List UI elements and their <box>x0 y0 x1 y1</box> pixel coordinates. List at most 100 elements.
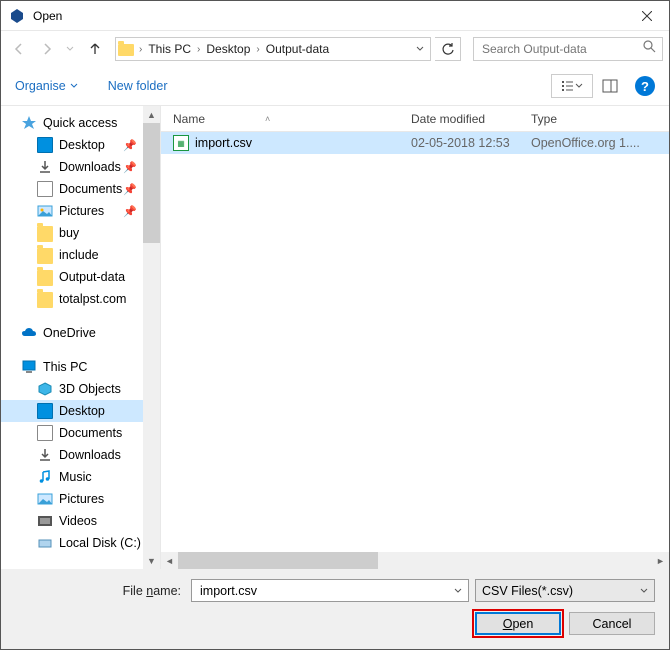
sidebar-scrollbar[interactable]: ▲ ▼ <box>143 106 160 569</box>
organise-menu[interactable]: Organise <box>15 79 78 93</box>
forward-icon <box>39 41 55 57</box>
list-view-icon <box>561 79 575 93</box>
sidebar-item-desktop[interactable]: Desktop📌 <box>1 134 143 156</box>
address-dropdown[interactable] <box>412 40 428 58</box>
document-icon <box>37 425 53 441</box>
back-button[interactable] <box>7 37 31 61</box>
toolbar: Organise New folder ? <box>1 67 669 105</box>
sidebar-item-folder[interactable]: buy <box>1 222 143 244</box>
file-type-filter[interactable]: CSV Files(*.csv) <box>475 579 655 602</box>
downloads-icon <box>37 447 53 463</box>
breadcrumb-item[interactable]: Output-data <box>263 42 332 56</box>
filename-label: File name: <box>15 584 185 598</box>
chevron-down-icon <box>454 587 462 595</box>
chevron-down-icon <box>66 45 74 53</box>
downloads-icon <box>37 159 53 175</box>
chevron-down-icon <box>640 587 648 595</box>
pictures-icon <box>37 203 53 219</box>
pin-icon: 📌 <box>123 183 137 196</box>
sidebar-item-3dobjects[interactable]: 3D Objects <box>1 378 143 400</box>
sidebar-item-documents[interactable]: Documents <box>1 422 143 444</box>
scroll-left-icon[interactable]: ◄ <box>161 552 178 569</box>
up-button[interactable] <box>83 37 107 61</box>
column-name[interactable]: Name˄ <box>161 112 411 126</box>
star-icon <box>21 115 37 131</box>
dialog-title: Open <box>33 9 624 23</box>
column-date[interactable]: Date modified <box>411 112 531 126</box>
address-bar[interactable]: › This PC › Desktop › Output-data <box>115 37 431 61</box>
sidebar-item-pictures[interactable]: Pictures📌 <box>1 200 143 222</box>
app-icon <box>9 8 25 24</box>
forward-button[interactable] <box>35 37 59 61</box>
desktop-icon <box>37 403 53 419</box>
sort-indicator-icon: ˄ <box>265 114 270 124</box>
sidebar-item-music[interactable]: Music <box>1 466 143 488</box>
sidebar-item-disk[interactable]: Local Disk (C:) <box>1 532 143 554</box>
nav-bar: › This PC › Desktop › Output-data <box>1 31 669 67</box>
filename-input[interactable] <box>198 583 454 599</box>
chevron-right-icon: › <box>136 44 145 55</box>
folder-icon <box>118 44 134 56</box>
back-icon <box>11 41 27 57</box>
column-headers: Name˄ Date modified Type <box>161 106 669 132</box>
sidebar-item-folder[interactable]: include <box>1 244 143 266</box>
cube-icon <box>37 381 53 397</box>
csv-file-icon: ▦ <box>173 135 189 151</box>
dialog-footer: File name: document.querySelector('.fn-l… <box>1 569 669 649</box>
sidebar-item-downloads[interactable]: Downloads <box>1 444 143 466</box>
scroll-up-icon[interactable]: ▲ <box>143 106 160 123</box>
scroll-thumb[interactable] <box>178 552 378 569</box>
chevron-right-icon: › <box>253 44 262 55</box>
open-button[interactable]: Open <box>475 612 561 635</box>
horizontal-scrollbar[interactable]: ◄ ► <box>161 552 669 569</box>
history-dropdown[interactable] <box>63 45 77 53</box>
sidebar-item-desktop[interactable]: Desktop <box>1 400 143 422</box>
refresh-button[interactable] <box>435 37 461 61</box>
videos-icon <box>37 513 53 529</box>
chevron-down-icon <box>70 82 78 90</box>
filename-dropdown[interactable] <box>454 584 462 598</box>
open-dialog: Open › This PC › Desktop › Output-data O… <box>0 0 670 650</box>
pictures-icon <box>37 491 53 507</box>
close-icon <box>642 11 652 21</box>
folder-icon <box>37 292 53 308</box>
sidebar-item-pictures[interactable]: Pictures <box>1 488 143 510</box>
breadcrumb-item[interactable]: This PC <box>145 42 194 56</box>
new-folder-button[interactable]: New folder <box>108 79 168 93</box>
dialog-body: Quick access Desktop📌 Downloads📌 Documen… <box>1 105 669 569</box>
sidebar-item-videos[interactable]: Videos <box>1 510 143 532</box>
preview-pane-icon <box>602 79 618 93</box>
sidebar-quick-access[interactable]: Quick access <box>1 112 143 134</box>
search-input[interactable] <box>480 41 643 57</box>
sidebar-this-pc[interactable]: This PC <box>1 356 143 378</box>
scroll-down-icon[interactable]: ▼ <box>143 552 160 569</box>
pin-icon: 📌 <box>123 205 137 218</box>
file-list[interactable]: ▦import.csv 02-05-2018 12:53 OpenOffice.… <box>161 132 669 552</box>
search-box[interactable] <box>473 37 663 61</box>
close-button[interactable] <box>624 1 669 31</box>
column-type[interactable]: Type <box>531 112 669 126</box>
breadcrumb-item[interactable]: Desktop <box>203 42 253 56</box>
folder-icon <box>37 226 53 242</box>
view-mode-button[interactable] <box>551 74 593 98</box>
file-row[interactable]: ▦import.csv 02-05-2018 12:53 OpenOffice.… <box>161 132 669 154</box>
filename-input-wrapper <box>191 579 469 602</box>
sidebar-item-folder[interactable]: Output-data <box>1 266 143 288</box>
sidebar-onedrive[interactable]: OneDrive <box>1 322 143 344</box>
sidebar: Quick access Desktop📌 Downloads📌 Documen… <box>1 106 161 569</box>
sidebar-item-downloads[interactable]: Downloads📌 <box>1 156 143 178</box>
scroll-thumb[interactable] <box>143 123 160 243</box>
sidebar-item-folder[interactable]: totalpst.com <box>1 288 143 310</box>
pc-icon <box>21 359 37 375</box>
sidebar-item-documents[interactable]: Documents📌 <box>1 178 143 200</box>
chevron-down-icon <box>416 45 424 53</box>
refresh-icon <box>441 42 455 56</box>
cloud-icon <box>21 325 37 341</box>
preview-pane-button[interactable] <box>597 74 623 98</box>
file-name: import.csv <box>195 136 252 150</box>
folder-icon <box>37 270 53 286</box>
file-list-area: Name˄ Date modified Type ▦import.csv 02-… <box>161 106 669 569</box>
help-button[interactable]: ? <box>635 76 655 96</box>
scroll-right-icon[interactable]: ► <box>652 552 669 569</box>
cancel-button[interactable]: Cancel <box>569 612 655 635</box>
